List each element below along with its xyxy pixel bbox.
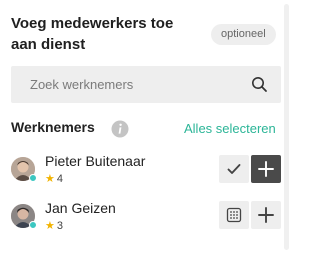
star-icon: ★ — [45, 220, 55, 232]
employee-rating: ★ 3 — [45, 219, 63, 233]
search-input[interactable] — [11, 66, 247, 103]
employee-row: Jan Geizen ★ 3 — [0, 196, 282, 236]
select-all-link[interactable]: Alles selecteren — [184, 121, 276, 136]
calendar-grid-icon — [226, 207, 242, 223]
employee-name: Pieter Buitenaar — [45, 153, 146, 169]
rating-value: 4 — [56, 172, 63, 185]
employee-name: Jan Geizen — [45, 200, 116, 216]
search-icon[interactable] — [251, 76, 268, 93]
scrollbar-thumb[interactable] — [284, 4, 289, 250]
star-icon: ★ — [45, 173, 55, 185]
add-employee-button[interactable] — [251, 155, 281, 183]
employees-heading: Werknemers — [11, 119, 95, 135]
presence-indicator — [29, 174, 37, 182]
availability-calendar-button[interactable] — [219, 201, 249, 229]
add-employees-panel: Voeg medewerkers toe aan dienst optionee… — [0, 0, 291, 253]
panel-title: Voeg medewerkers toe aan dienst — [11, 15, 174, 53]
search-box — [11, 66, 281, 103]
check-icon — [227, 164, 241, 174]
employee-row: Pieter Buitenaar ★ 4 — [0, 150, 282, 190]
plus-icon — [258, 161, 274, 177]
plus-icon — [258, 207, 274, 223]
info-icon[interactable] — [111, 120, 129, 138]
optional-badge: optioneel — [211, 24, 276, 45]
add-employee-button[interactable] — [251, 201, 281, 229]
rating-value: 3 — [56, 219, 63, 232]
presence-indicator — [29, 221, 37, 229]
employee-rating: ★ 4 — [45, 172, 63, 186]
selected-check-button[interactable] — [219, 155, 249, 183]
